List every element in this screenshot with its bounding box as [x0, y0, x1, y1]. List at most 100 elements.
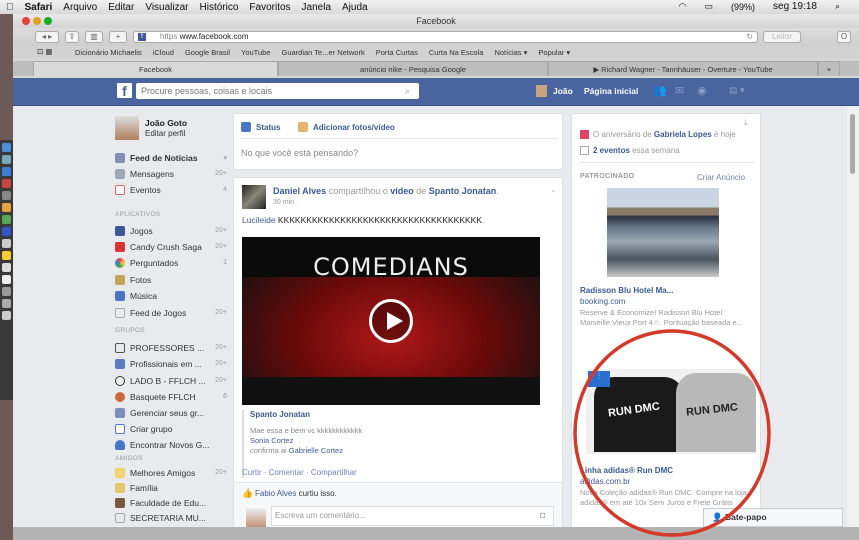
menu-arquivo[interactable]: Arquivo: [63, 2, 97, 13]
chat-bar[interactable]: 👤 Bate-papo: [703, 508, 843, 527]
dock-app-icon[interactable]: [2, 239, 11, 248]
dock-app-icon[interactable]: [2, 311, 11, 320]
reload-icon[interactable]: ↻: [746, 32, 753, 42]
add-photo-video-tab[interactable]: Adicionar fotos/vídeo: [313, 123, 395, 132]
chevron-down-icon[interactable]: ▾: [223, 154, 227, 162]
play-button[interactable]: [369, 299, 413, 343]
wifi-icon[interactable]: ◠: [679, 1, 687, 12]
sidebar-item-games-feed[interactable]: Feed de Jogos 20+: [115, 305, 227, 320]
dock-app-icon[interactable]: [2, 215, 11, 224]
minimize-window-button[interactable]: [33, 17, 41, 25]
dock-app-icon[interactable]: [2, 227, 11, 236]
bookmark[interactable]: YouTube: [241, 48, 270, 57]
spotlight-icon[interactable]: ⌕: [835, 1, 840, 12]
sidebar-item-group[interactable]: PROFESSORES ... 20+: [115, 340, 227, 355]
sidebar-item-candy-crush[interactable]: Candy Crush Saga 20+: [115, 239, 227, 254]
post-actions[interactable]: Curtir · Comentar · Compartilhar: [242, 468, 357, 477]
settings-chevron-down-icon[interactable]: ▤ ▾: [729, 85, 745, 96]
author-avatar[interactable]: [242, 185, 266, 209]
dock-app-icon[interactable]: [2, 143, 11, 152]
sidebar-item-find-groups[interactable]: Encontrar Novos G...: [115, 437, 227, 452]
search-icon[interactable]: ⌕: [405, 86, 410, 97]
address-bar[interactable]: f https www.facebook.com ↻: [133, 31, 758, 43]
bookmark[interactable]: Google Brasil: [185, 48, 230, 57]
camera-icon[interactable]: ◘: [540, 510, 545, 520]
sidebar-item-feed[interactable]: Feed de Notícias ▾: [115, 150, 227, 165]
dock-app-icon[interactable]: [2, 275, 11, 284]
dock-app-icon[interactable]: [2, 251, 11, 260]
post-timestamp[interactable]: 30 min ·: [273, 199, 298, 206]
status-input[interactable]: No que você está pensando?: [241, 148, 358, 158]
sidebar-item-games[interactable]: Jogos 20+: [115, 223, 227, 238]
messages-icon[interactable]: ✉: [675, 84, 684, 97]
shared-mention[interactable]: Gabrielle Cortez: [289, 446, 343, 455]
sidebar-item-group[interactable]: LADO B - FFLCH ... 20+: [115, 373, 227, 388]
friend-requests-icon[interactable]: 👥: [653, 84, 667, 97]
ad-title[interactable]: Linha adidas® Run DMC: [580, 466, 673, 475]
tab-facebook[interactable]: Facebook: [33, 61, 278, 76]
tab-google[interactable]: anúncio nike - Pesquisa Google: [278, 61, 548, 76]
bookmark[interactable]: Guardian Te...er Network: [281, 48, 364, 57]
bookmarks-icon[interactable]: ⊡ ▦: [37, 47, 52, 56]
notifications-icon[interactable]: ◉: [697, 84, 707, 97]
bookmark[interactable]: Popular ▾: [538, 48, 570, 57]
new-tab-button[interactable]: +: [818, 61, 840, 76]
profile-name[interactable]: João Goto: [145, 118, 187, 128]
menu-visualizar[interactable]: Visualizar: [145, 2, 188, 13]
create-ad-link[interactable]: Criar Anúncio: [697, 173, 745, 182]
ad-image-adidas[interactable]: ⫶ RUN DMC RUN DMC: [586, 369, 756, 454]
menu-editar[interactable]: Editar: [108, 2, 134, 13]
search-input[interactable]: Procure pessoas, coisas e locais: [136, 83, 419, 99]
page-link[interactable]: Spanto Jonatan: [429, 186, 497, 196]
home-link[interactable]: Página inicial: [584, 86, 638, 96]
scrollbar-thumb[interactable]: [850, 114, 855, 174]
bookmark[interactable]: Porta Curtas: [376, 48, 418, 57]
avatar[interactable]: [536, 85, 547, 97]
sidebar-item-perguntados[interactable]: Perguntados 1: [115, 255, 227, 270]
edit-profile-link[interactable]: Editar perfil: [145, 129, 185, 138]
sidebar-item-photos[interactable]: Fotos: [115, 272, 227, 287]
ad-title[interactable]: Radisson Blu Hotel Ma...: [580, 286, 673, 295]
sidebar-item-messages[interactable]: Mensagens 20+: [115, 166, 227, 181]
dock-app-icon[interactable]: [2, 167, 11, 176]
download-icon[interactable]: ⤓: [744, 118, 748, 128]
apple-icon[interactable]: : [6, 2, 14, 13]
back-forward-button[interactable]: ◂ ▸: [35, 31, 59, 43]
sidebar-item-group[interactable]: Basquete FFLCH 6: [115, 389, 227, 404]
sidebar-item-group[interactable]: Profissionais em ... 20+: [115, 356, 227, 371]
facebook-logo-icon[interactable]: f: [117, 83, 132, 99]
dock-app-icon[interactable]: [2, 263, 11, 272]
status-tab[interactable]: Status: [256, 123, 280, 132]
menu-safari[interactable]: Safari: [25, 2, 53, 13]
menu-ajuda[interactable]: Ajuda: [342, 2, 368, 13]
menu-janela[interactable]: Janela: [302, 2, 331, 13]
mention-link[interactable]: Lucileide: [242, 215, 276, 225]
ad-image-hotel[interactable]: [607, 188, 719, 277]
chevron-down-icon[interactable]: ⌄: [550, 185, 557, 194]
events-link[interactable]: 2 eventos: [593, 146, 630, 155]
sidebar-item-manage-groups[interactable]: Gerenciar seus gr...: [115, 405, 227, 420]
ad-domain[interactable]: booking.com: [580, 297, 625, 306]
sidebar-item-family[interactable]: Família: [115, 480, 227, 495]
bookmark[interactable]: iCloud: [153, 48, 174, 57]
birthday-person-link[interactable]: Gabriela Lopes: [654, 130, 712, 139]
sidebar-item-faculdade[interactable]: Faculdade de Edu...: [115, 495, 227, 510]
scrollbar[interactable]: [847, 106, 859, 527]
ad-domain[interactable]: adidas.com.br: [580, 477, 630, 486]
dock-app-icon[interactable]: [2, 155, 11, 164]
liker-link[interactable]: Fabio Alves: [255, 489, 296, 498]
dock-app-icon[interactable]: [2, 299, 11, 308]
bookmark[interactable]: Dicionário Michaelis: [75, 48, 142, 57]
sidebar-item-best-friends[interactable]: Melhores Amigos 20+: [115, 465, 227, 480]
clock[interactable]: seg 19:18: [773, 1, 817, 12]
shared-mention[interactable]: Sonia Cortez: [250, 436, 362, 446]
video-player[interactable]: COMEDIANS: [242, 237, 540, 405]
reader-button[interactable]: Leitor: [763, 31, 801, 43]
share-icon[interactable]: ⇪: [65, 31, 79, 43]
zoom-window-button[interactable]: [44, 17, 52, 25]
tab-youtube[interactable]: ▶ Richard Wagner - Tannhäuser - Overture…: [548, 61, 818, 76]
downloads-icon[interactable]: O: [837, 31, 851, 43]
bookmark[interactable]: Curta Na Escola: [429, 48, 484, 57]
video-link[interactable]: vídeo: [390, 186, 414, 196]
sidebar-item-create-group[interactable]: Criar grupo: [115, 421, 227, 436]
